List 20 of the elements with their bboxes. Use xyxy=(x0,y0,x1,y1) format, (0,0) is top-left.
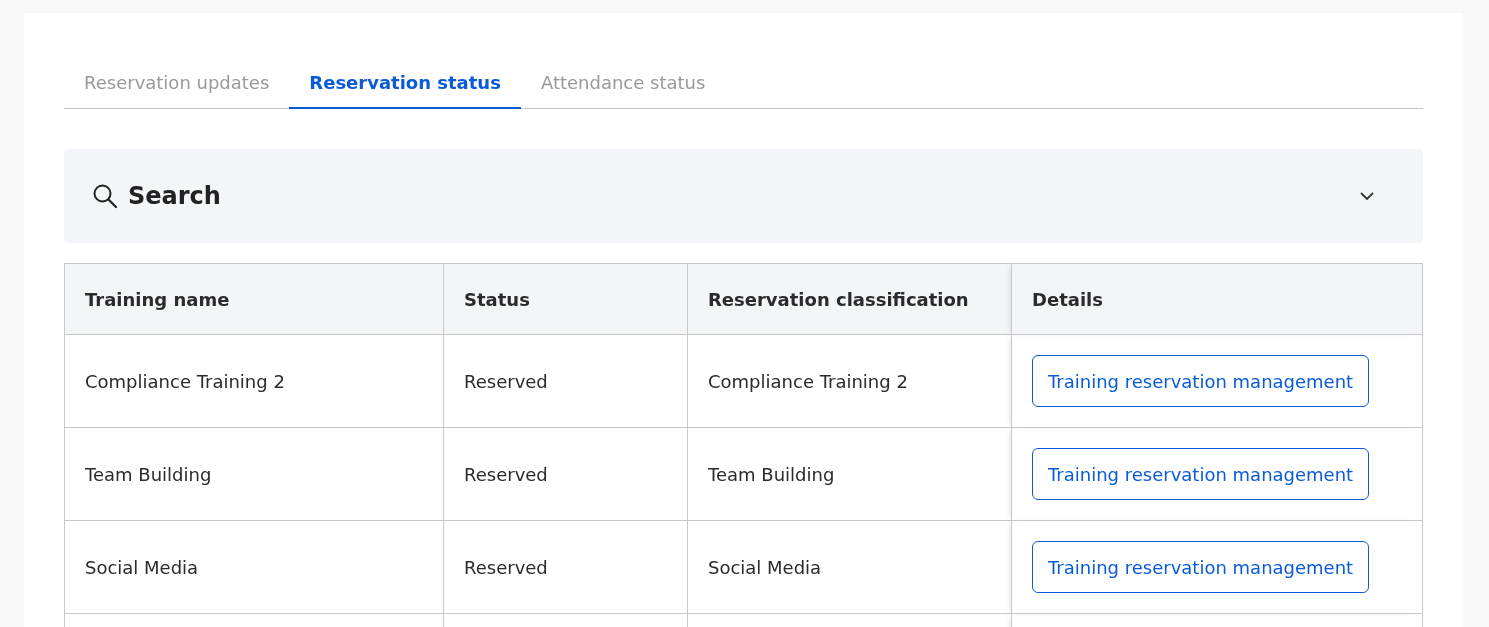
column-header: Training name xyxy=(85,288,230,310)
table-cell: Team Building xyxy=(708,463,835,485)
column-header: Reservation classification xyxy=(708,288,969,310)
search-title: Search xyxy=(128,182,221,210)
table-cell: Team Building xyxy=(85,463,212,485)
table-cell: Social Media xyxy=(85,556,199,578)
table-cell: Compliance Training 2 xyxy=(85,370,285,392)
search-icon xyxy=(92,183,118,209)
table-cell: Compliance Training 2 xyxy=(708,370,908,392)
management-button[interactable]: Training reservation management xyxy=(1032,355,1370,407)
table-cell: Social Media xyxy=(708,556,822,578)
table-cell: Reserved xyxy=(464,556,548,578)
tab[interactable]: Reservation status xyxy=(289,68,521,109)
table-cell: Reserved xyxy=(464,370,548,392)
column-header: Details xyxy=(1032,288,1103,310)
column-header: Status xyxy=(464,288,530,310)
management-button[interactable]: Training reservation management xyxy=(1032,541,1370,593)
chevron-icon xyxy=(1359,191,1375,201)
table-cell: Reserved xyxy=(464,463,548,485)
management-button[interactable]: Training reservation management xyxy=(1032,448,1370,500)
